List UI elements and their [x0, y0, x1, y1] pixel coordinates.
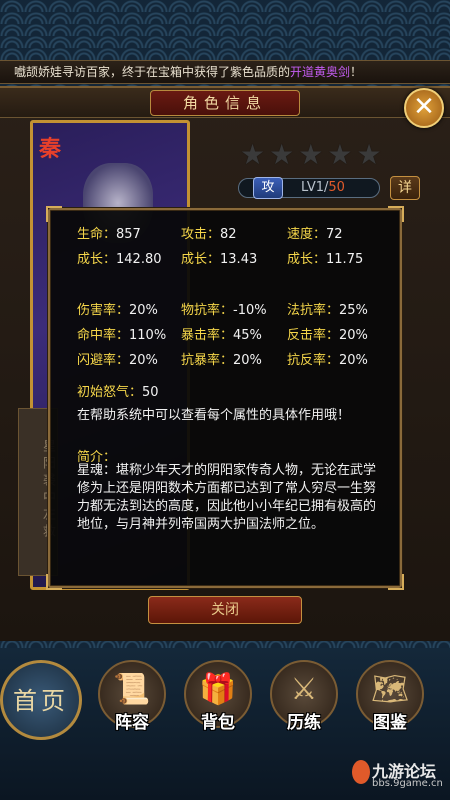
- level-text: LV1/50: [301, 179, 345, 197]
- attribute-popup: 生命：857 攻击：82 速度：72 成长：142.80 成长：13.43 成长…: [46, 206, 404, 590]
- chest-icon: 🎁: [199, 672, 237, 707]
- announcement-marquee: 嚱颉娇娃寻访百家，终于在宝箱中获得了紫色品质的开道黄奥剑！: [0, 60, 450, 84]
- star-icon: ★: [327, 138, 353, 171]
- detail-button[interactable]: 详: [390, 176, 420, 200]
- panel-title: 角色信息: [150, 90, 300, 116]
- rate-magic-resist: 法抗率：25%: [287, 303, 368, 318]
- rage-row: 初始怒气：50: [77, 385, 159, 400]
- stat-attack: 攻击：82: [181, 227, 237, 242]
- book-icon: 📜: [113, 672, 151, 707]
- stat-hp: 生命：857: [77, 227, 141, 242]
- nav-training[interactable]: ⚔ 历练: [264, 660, 344, 740]
- swords-icon: ⚔: [290, 672, 318, 707]
- watermark-url: bbs.9game.cn: [372, 778, 443, 789]
- nav-label: 历练: [287, 713, 321, 733]
- rate-anti-crit: 抗暴率：20%: [181, 353, 262, 368]
- growth-hp: 成长：142.80: [77, 252, 162, 267]
- level-label: LV1/: [301, 180, 329, 195]
- home-button[interactable]: 首页: [0, 660, 82, 740]
- portrait-faction-tag: 秦: [39, 136, 62, 162]
- star-icon: ★: [298, 138, 324, 171]
- nav-label: 背包: [201, 713, 235, 733]
- nav-codex[interactable]: 🗺 图鉴: [350, 660, 430, 740]
- initial-rage: 初始怒气：50: [77, 380, 387, 405]
- attack-type-badge: 攻: [253, 177, 283, 199]
- rate-anti-counter: 抗反率：20%: [287, 353, 368, 368]
- base-stats-grid: 生命：857 攻击：82 速度：72 成长：142.80 成长：13.43 成长…: [77, 222, 387, 272]
- star-icon: ★: [240, 138, 266, 171]
- nav-label: 阵容: [115, 713, 149, 733]
- marquee-suffix: ！: [350, 65, 363, 79]
- help-hint: 在帮助系统中可以查看每个属性的具体作用哦！: [77, 408, 351, 423]
- nav-label: 图鉴: [373, 713, 407, 733]
- nav-bag[interactable]: 🎁 背包: [178, 660, 258, 740]
- growth-attack: 成长：13.43: [181, 252, 258, 267]
- star-rating: ★ ★ ★ ★ ★: [240, 138, 382, 171]
- corner-ornament: [388, 206, 404, 222]
- corner-ornament: [388, 574, 404, 590]
- corner-ornament: [46, 574, 62, 590]
- site-watermark: 九游论坛 bbs.9game.cn: [352, 756, 448, 796]
- intro-text: 星魂：堪称少年天才的阴阳家传奇人物，无论在武学修为上还是阴阳数术方面都已达到了常…: [77, 463, 377, 532]
- star-icon: ★: [269, 138, 295, 171]
- marquee-prefix: 嚱颉娇娃寻访百家，终于在宝箱中获得了紫色品质的: [14, 65, 291, 79]
- marquee-item: 开道黄奥剑: [290, 65, 351, 79]
- nav-lineup[interactable]: 📜 阵容: [92, 660, 172, 740]
- rate-crit: 暴击率：45%: [181, 328, 262, 343]
- rate-dodge: 闪避率：20%: [77, 353, 158, 368]
- rate-hit: 命中率：110%: [77, 328, 167, 343]
- stat-speed: 速度：72: [287, 227, 343, 242]
- panel-header: 角色信息: [0, 88, 450, 118]
- watermark-logo-icon: [352, 760, 370, 784]
- growth-speed: 成长：11.75: [287, 252, 364, 267]
- close-icon[interactable]: ✕: [404, 88, 444, 128]
- rate-stats-grid: 伤害率：20% 物抗率：-10% 法抗率：25% 命中率：110% 暴击率：45…: [77, 298, 387, 373]
- level-bar: 攻 LV1/50: [238, 177, 380, 199]
- level-max: 50: [328, 180, 345, 195]
- rate-counter: 反击率：20%: [287, 328, 368, 343]
- rate-damage: 伤害率：20%: [77, 303, 158, 318]
- corner-ornament: [46, 206, 62, 222]
- scroll-icon: 🗺: [370, 672, 410, 707]
- rate-phys-resist: 物抗率：-10%: [181, 303, 267, 318]
- close-button[interactable]: 关闭: [148, 596, 302, 624]
- star-icon: ★: [356, 138, 382, 171]
